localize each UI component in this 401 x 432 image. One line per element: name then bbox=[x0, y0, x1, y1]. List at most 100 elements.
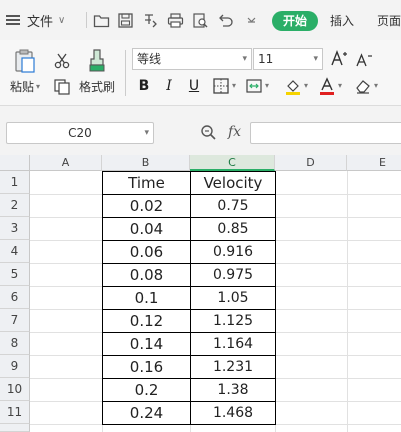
cell-b2[interactable]: 0.02 bbox=[102, 194, 191, 218]
borders-dropdown-icon[interactable]: ▾ bbox=[232, 76, 236, 96]
cell-reference: C20 bbox=[68, 126, 92, 140]
copy-icon[interactable] bbox=[53, 78, 71, 96]
cell-b9[interactable]: 0.16 bbox=[102, 355, 191, 379]
cell-b5[interactable]: 0.08 bbox=[102, 263, 191, 287]
insert-function-button[interactable]: fx bbox=[228, 124, 241, 140]
cell-b6[interactable]: 0.1 bbox=[102, 286, 191, 310]
formula-bar: C20 ▾ fx bbox=[0, 106, 401, 156]
open-folder-icon[interactable] bbox=[93, 12, 110, 29]
column-header-a[interactable]: A bbox=[30, 155, 102, 171]
row-header-4[interactable]: 4 bbox=[0, 240, 30, 263]
cell-c5[interactable]: 0.975 bbox=[190, 263, 276, 287]
font-size-value: 11 bbox=[258, 52, 274, 66]
table-row: 0.08 0.975 bbox=[102, 263, 276, 287]
row-header-11[interactable]: 11 bbox=[0, 401, 30, 424]
save-icon[interactable] bbox=[117, 12, 134, 29]
clear-format-icon[interactable] bbox=[354, 77, 372, 95]
cell-c8[interactable]: 1.164 bbox=[190, 332, 276, 356]
row-header-1[interactable]: 1 bbox=[0, 171, 30, 194]
table-row: 0.12 1.125 bbox=[102, 309, 276, 333]
merge-cells-icon[interactable] bbox=[245, 77, 263, 95]
menu-bar: 文件 ∨ 开始 插入 页面 bbox=[0, 0, 401, 40]
underline-button[interactable]: U bbox=[186, 76, 202, 96]
font-size-dropdown-icon: ▾ bbox=[313, 54, 318, 64]
cell-c1[interactable]: Velocity bbox=[190, 171, 276, 195]
format-painter-button[interactable]: 格式刷 bbox=[79, 48, 115, 95]
cut-icon[interactable] bbox=[53, 52, 71, 70]
fill-color-icon[interactable] bbox=[284, 77, 302, 95]
paste-button[interactable]: 粘贴 ▾ bbox=[10, 48, 40, 95]
paste-dropdown-icon: ▾ bbox=[36, 82, 41, 91]
tab-home[interactable]: 开始 bbox=[272, 11, 319, 31]
cell-b10[interactable]: 0.2 bbox=[102, 378, 191, 402]
table-row: 0.02 0.75 bbox=[102, 194, 276, 218]
cell-c7[interactable]: 1.125 bbox=[190, 309, 276, 333]
row-header-10[interactable]: 10 bbox=[0, 378, 30, 401]
column-header-b[interactable]: B bbox=[102, 155, 190, 171]
print-icon[interactable] bbox=[167, 12, 184, 29]
clear-format-dropdown-icon[interactable]: ▾ bbox=[374, 76, 378, 96]
bold-button[interactable]: B bbox=[136, 76, 152, 96]
export-pdf-icon[interactable] bbox=[142, 12, 159, 29]
cell-b7[interactable]: 0.12 bbox=[102, 309, 191, 333]
increase-font-size-icon[interactable] bbox=[330, 49, 348, 67]
row-header-8[interactable]: 8 bbox=[0, 332, 30, 355]
formula-input[interactable] bbox=[250, 122, 401, 144]
cell-c11[interactable]: 1.468 bbox=[190, 401, 276, 425]
column-header-c[interactable]: C bbox=[190, 155, 275, 171]
table-row: 0.2 1.38 bbox=[102, 378, 276, 402]
cell-b11[interactable]: 0.24 bbox=[102, 401, 191, 425]
column-header-d[interactable]: D bbox=[275, 155, 347, 171]
table-row: 0.04 0.85 bbox=[102, 217, 276, 241]
print-preview-icon[interactable] bbox=[192, 12, 209, 29]
font-size-select[interactable]: 11 ▾ bbox=[253, 48, 323, 70]
format-painter-icon bbox=[89, 49, 105, 72]
file-menu[interactable]: 文件 ∨ bbox=[6, 0, 65, 40]
cell-b8[interactable]: 0.14 bbox=[102, 332, 191, 356]
ribbon: 粘贴 ▾ 格式刷 等线 ▾ 11 ▾ B I U ▾ ▾ ▾ ▾ ▾ bbox=[0, 40, 401, 106]
cell-c6[interactable]: 1.05 bbox=[190, 286, 276, 310]
file-menu-label: 文件 bbox=[27, 14, 54, 30]
chevron-down-icon: ∨ bbox=[58, 14, 66, 26]
table-row: 0.24 1.468 bbox=[102, 401, 276, 425]
font-color-icon[interactable] bbox=[318, 77, 336, 95]
merge-dropdown-icon[interactable]: ▾ bbox=[265, 76, 269, 96]
undo-icon[interactable] bbox=[217, 12, 234, 29]
hamburger-icon bbox=[6, 14, 22, 26]
gridline bbox=[347, 171, 348, 432]
borders-icon[interactable] bbox=[212, 77, 230, 95]
font-color-dropdown-icon[interactable]: ▾ bbox=[338, 76, 342, 96]
more-chevron-icon[interactable] bbox=[243, 12, 260, 29]
cell-c3[interactable]: 0.85 bbox=[190, 217, 276, 241]
cell-b3[interactable]: 0.04 bbox=[102, 217, 191, 241]
row-header-6[interactable]: 6 bbox=[0, 286, 30, 309]
format-painter-label: 格式刷 bbox=[79, 80, 116, 94]
row-header-2[interactable]: 2 bbox=[0, 194, 30, 217]
cell-b4[interactable]: 0.06 bbox=[102, 240, 191, 264]
cell-c2[interactable]: 0.75 bbox=[190, 194, 276, 218]
italic-button[interactable]: I bbox=[161, 76, 177, 96]
data-table: Time Velocity 0.02 0.75 0.04 0.85 0.06 0… bbox=[102, 171, 276, 425]
fill-color-dropdown-icon[interactable]: ▾ bbox=[304, 76, 308, 96]
column-header-e[interactable]: E bbox=[347, 155, 401, 171]
row-header-9[interactable]: 9 bbox=[0, 355, 30, 378]
decrease-font-size-icon[interactable] bbox=[355, 50, 373, 68]
row-header-3[interactable]: 3 bbox=[0, 217, 30, 240]
select-all-corner[interactable] bbox=[0, 155, 30, 171]
row-header-7[interactable]: 7 bbox=[0, 309, 30, 332]
table-row: 0.14 1.164 bbox=[102, 332, 276, 356]
font-name-select[interactable]: 等线 ▾ bbox=[132, 48, 252, 70]
row-header-12[interactable] bbox=[0, 424, 30, 432]
cell-c4[interactable]: 0.916 bbox=[190, 240, 276, 264]
zoom-search-icon[interactable] bbox=[200, 124, 217, 141]
cell-c10[interactable]: 1.38 bbox=[190, 378, 276, 402]
name-box[interactable]: C20 ▾ bbox=[6, 122, 154, 144]
cell-b1[interactable]: Time bbox=[102, 171, 191, 195]
spreadsheet-grid: A B C D E 1 2 3 4 5 6 7 8 9 10 11 Time V… bbox=[0, 155, 401, 432]
cell-c9[interactable]: 1.231 bbox=[190, 355, 276, 379]
table-header-row: Time Velocity bbox=[102, 171, 276, 195]
name-box-dropdown-icon: ▾ bbox=[144, 128, 149, 138]
tab-page-layout[interactable]: 页面 bbox=[377, 11, 401, 31]
row-header-5[interactable]: 5 bbox=[0, 263, 30, 286]
tab-insert[interactable]: 插入 bbox=[330, 11, 354, 31]
